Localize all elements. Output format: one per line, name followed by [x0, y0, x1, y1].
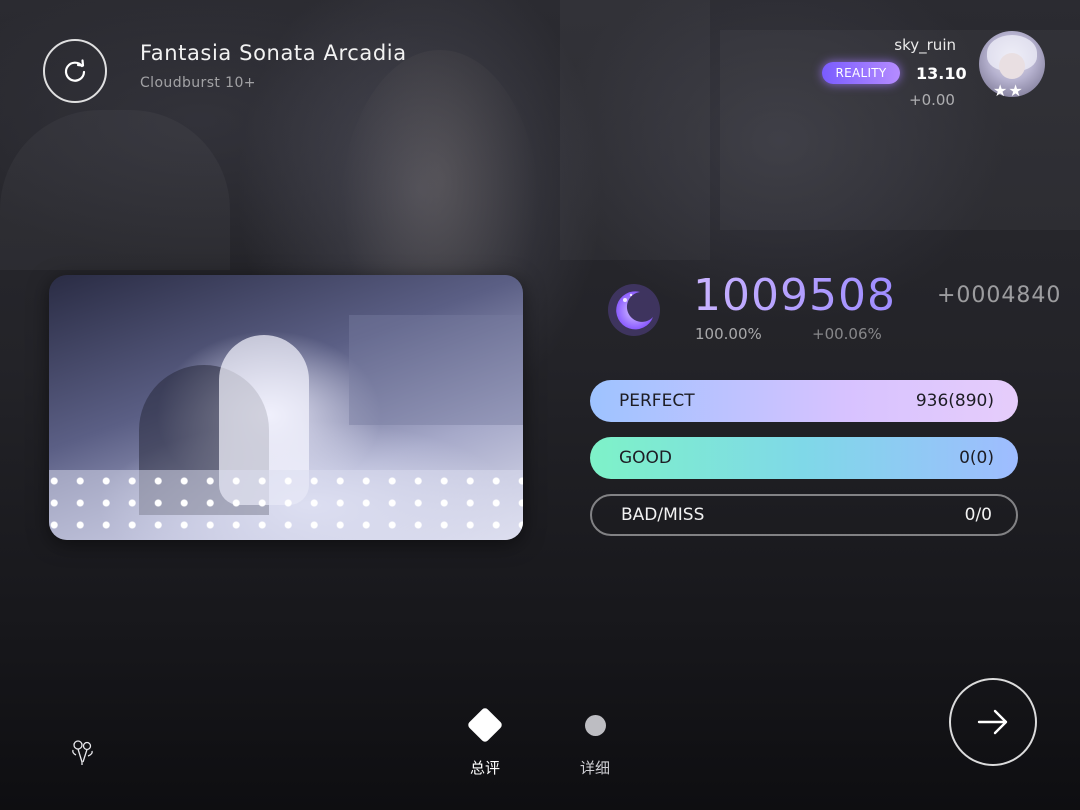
accuracy-diff: +00.06% [812, 325, 882, 343]
illustration-flowers [49, 470, 523, 540]
tab-detail[interactable]: 详细 [575, 705, 615, 778]
judgement-perfect-label: PERFECT [619, 391, 695, 411]
next-button[interactable] [949, 678, 1037, 766]
accuracy: 100.00% [695, 325, 762, 343]
avatar-face [999, 53, 1025, 79]
player-rks-delta: +0.00 [909, 91, 955, 109]
ruin-arch [0, 110, 230, 270]
retry-icon [64, 59, 86, 82]
player-rks: 13.10 [916, 64, 967, 83]
song-difficulty: Cloudburst 10+ [140, 75, 256, 91]
diamond-icon [466, 706, 504, 744]
retry-button[interactable] [43, 39, 107, 103]
avatar-stars: ★★ [993, 81, 1024, 100]
tab-detail-label: 详细 [579, 759, 610, 777]
moon-icon [608, 284, 660, 336]
illustration-wall [349, 315, 523, 425]
song-illustration [49, 275, 523, 540]
judgement-good: GOOD 0(0) [590, 437, 1018, 479]
tab-summary[interactable]: 总评 [465, 705, 505, 778]
arrow-right-icon [977, 709, 1008, 735]
tab-summary-label: 总评 [469, 759, 500, 777]
tab-detail-marker [575, 705, 615, 745]
score-diff: +0004840 [937, 283, 1062, 308]
score: 1009508 [693, 270, 896, 321]
judgement-good-value: 0(0) [959, 448, 994, 468]
song-title: Fantasia Sonata Arcadia [140, 41, 407, 65]
ruin-pillar [560, 0, 710, 260]
judgement-good-label: GOOD [619, 448, 673, 468]
player-name: sky_ruin [894, 36, 956, 54]
judgement-bad-miss: BAD/MISS 0/0 [590, 494, 1018, 536]
judgement-bad-miss-value: 0/0 [964, 505, 992, 525]
tab-summary-marker [465, 705, 505, 745]
dot-icon [584, 714, 606, 736]
judgement-bad-miss-label: BAD/MISS [621, 505, 705, 525]
reality-badge: REALITY [822, 62, 900, 84]
judgement-perfect-value: 936(890) [915, 391, 994, 411]
flower-icon[interactable] [68, 736, 98, 766]
judgement-perfect: PERFECT 936(890) [590, 380, 1018, 422]
